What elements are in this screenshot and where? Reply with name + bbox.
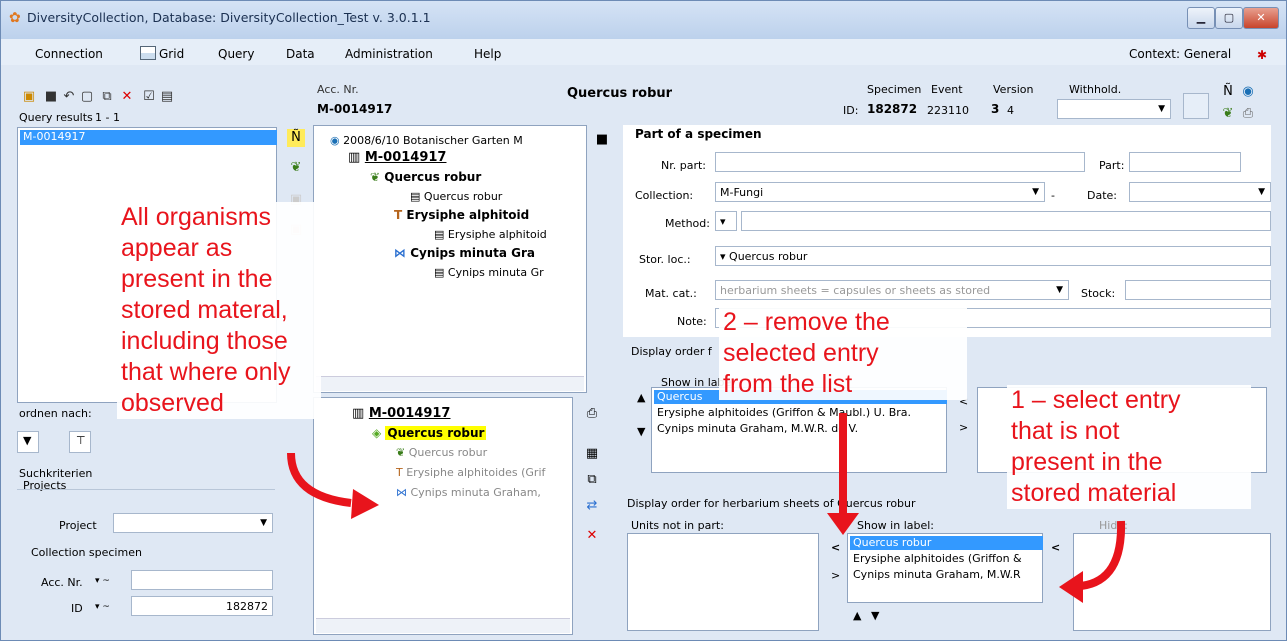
arrow-step-1 [1080,520,1126,590]
annotation-arrows [287,413,1126,603]
main-window: ✿ DiversityCollection, Database: Diversi… [0,0,1287,641]
arrow-left-head [351,489,379,519]
arrow-step-2-head [827,513,859,535]
arrow-left [287,452,352,507]
arrow-step-1-head [1059,571,1083,603]
